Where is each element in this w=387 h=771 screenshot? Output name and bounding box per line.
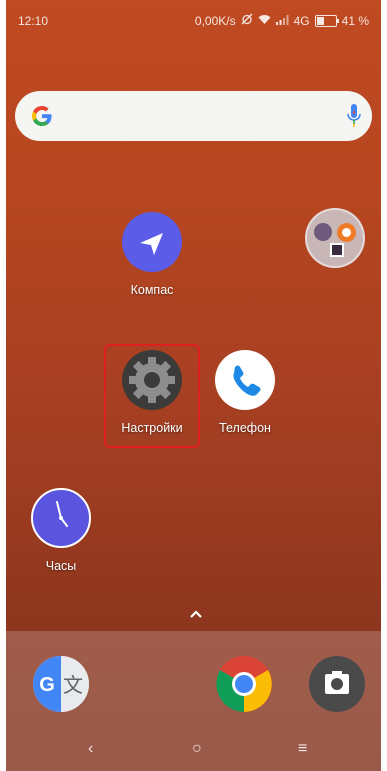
- settings-gear-icon: [122, 350, 182, 410]
- google-search-bar[interactable]: [15, 91, 372, 141]
- app-folder[interactable]: [290, 208, 380, 279]
- battery-icon: [314, 14, 339, 27]
- chevron-up-icon[interactable]: [189, 606, 203, 624]
- app-clock[interactable]: Часы: [16, 488, 106, 573]
- compass-icon: [122, 212, 182, 272]
- orange-app-icon: [337, 223, 356, 242]
- status-bar: 12:10 0,00K/s 4G 41 %: [6, 0, 381, 40]
- wifi-icon: [258, 14, 271, 28]
- home-screen: 12:10 0,00K/s 4G 41 % Компас Настройки Т…: [6, 0, 381, 771]
- menu-button[interactable]: ≡: [298, 740, 307, 758]
- app-settings[interactable]: Настройки: [107, 350, 197, 435]
- translate-icon[interactable]: G 文: [33, 656, 89, 712]
- network-type: 4G: [293, 13, 310, 28]
- microphone-icon[interactable]: [346, 102, 362, 135]
- home-button[interactable]: ○: [192, 740, 202, 758]
- app-label: Настройки: [121, 421, 183, 435]
- app-compass[interactable]: Компас: [107, 212, 197, 297]
- navigation-bar: ‹ ○ ≡: [6, 730, 381, 771]
- app-label: Телефон: [219, 421, 271, 435]
- network-speed: 0,00K/s: [194, 13, 236, 28]
- signal-icon: [275, 14, 289, 28]
- alarm-off-icon: [241, 13, 253, 28]
- svg-text:G: G: [39, 674, 55, 696]
- clock-icon: [31, 488, 91, 548]
- battery-percent: 41 %: [341, 13, 369, 28]
- app-phone[interactable]: Телефон: [200, 350, 290, 435]
- palette-icon: [314, 223, 332, 241]
- camera-icon[interactable]: [309, 656, 365, 712]
- back-button[interactable]: ‹: [88, 740, 93, 758]
- app-label: Часы: [45, 559, 77, 573]
- gallery-icon: [330, 243, 344, 257]
- chrome-icon[interactable]: [216, 656, 272, 712]
- svg-text:文: 文: [63, 674, 83, 697]
- phone-icon: [215, 350, 275, 410]
- status-time: 12:10: [18, 14, 49, 28]
- google-g-icon: [29, 103, 55, 134]
- status-indicators: 0,00K/s 4G 41 %: [195, 13, 369, 28]
- app-label: Компас: [130, 283, 174, 297]
- folder-icon: [305, 208, 365, 268]
